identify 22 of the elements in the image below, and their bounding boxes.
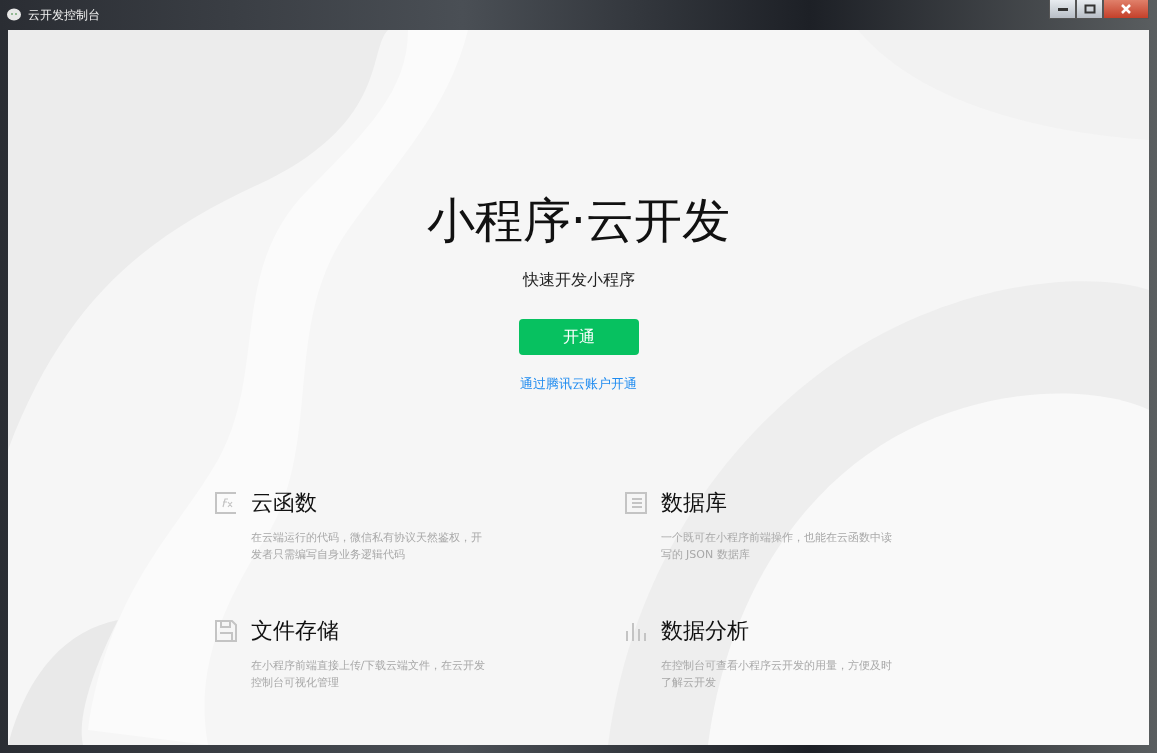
feature-description: 在小程序前端直接上传/下载云端文件，在云开发控制台可视化管理: [250, 658, 487, 691]
feature-description: 在控制台可查看小程序云开发的用量，方便及时了解云开发: [660, 658, 893, 691]
close-button[interactable]: [1103, 0, 1149, 19]
feature-title: 数据库: [660, 489, 728, 517]
save-icon: [213, 619, 238, 643]
minimize-button[interactable]: [1049, 0, 1076, 19]
feature-title: 云函数: [250, 489, 318, 517]
database-icon: [623, 491, 648, 515]
maximize-button[interactable]: [1076, 0, 1103, 19]
window-title: 云开发控制台: [28, 6, 100, 24]
hero-subtitle: 快速开发小程序: [522, 270, 635, 291]
chat-bubble-icon: [6, 7, 22, 23]
feature-description: 在云端运行的代码，微信私有协议天然鉴权，开发者只需编写自身业务逻辑代码: [250, 530, 483, 563]
close-icon: [1120, 4, 1132, 14]
activate-button[interactable]: 开通: [518, 319, 639, 355]
hero-title: 小程序·云开发: [426, 192, 731, 248]
tencent-cloud-link[interactable]: 通过腾讯云账户开通: [520, 375, 637, 393]
function-icon: [213, 491, 238, 515]
feature-title: 数据分析: [660, 617, 750, 645]
maximize-icon: [1083, 4, 1096, 14]
minimize-icon: [1056, 6, 1069, 12]
feature-title: 文件存储: [250, 617, 340, 645]
